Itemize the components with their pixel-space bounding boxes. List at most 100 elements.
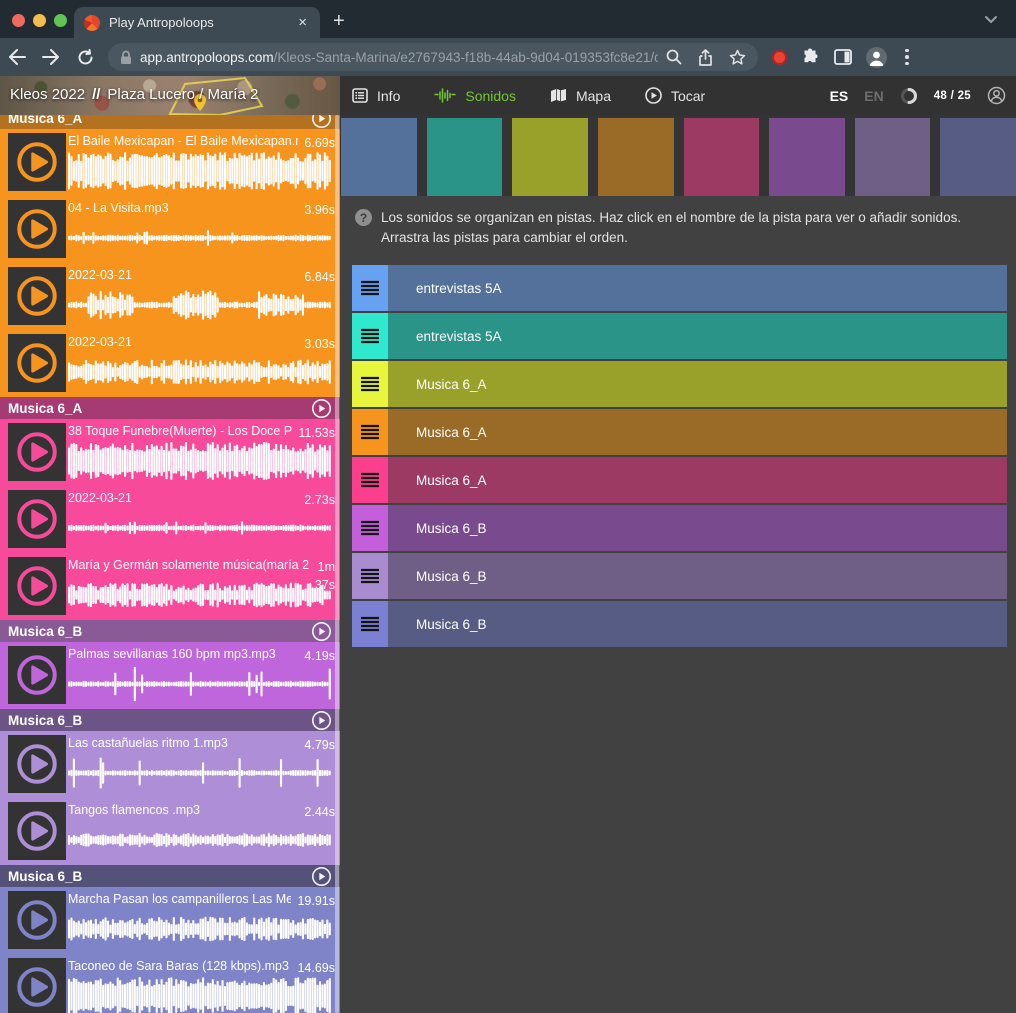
track-drag-handle[interactable] xyxy=(352,313,388,359)
address-bar[interactable]: app.antropoloops.com/Kleos-Santa-Marina/… xyxy=(108,43,758,71)
extensions-puzzle-icon[interactable] xyxy=(801,48,820,67)
clip-section-header[interactable]: Musica 6_B xyxy=(0,709,340,731)
breadcrumb-project[interactable]: Kleos 2022 xyxy=(10,86,85,103)
track-drag-handle[interactable] xyxy=(352,505,388,551)
clip-play-button[interactable] xyxy=(8,267,66,325)
waveform[interactable] xyxy=(68,219,332,257)
reload-button[interactable] xyxy=(68,49,102,66)
track-name-button[interactable]: Musica 6_A xyxy=(388,409,1007,455)
help-message: ? Los sonidos se organizan en pistas. Ha… xyxy=(355,208,1002,248)
browser-menu-icon[interactable] xyxy=(905,49,909,66)
track-row[interactable]: entrevistas 5A xyxy=(352,313,1007,359)
recording-extension-icon[interactable] xyxy=(772,50,787,65)
chevron-down-icon[interactable] xyxy=(984,15,998,24)
section-play-icon[interactable] xyxy=(311,710,332,731)
maximize-window-button[interactable] xyxy=(54,14,67,27)
breadcrumb[interactable]: Kleos 2022//Plaza Lucero / María 2 xyxy=(10,86,258,103)
clip-play-button[interactable] xyxy=(8,200,66,258)
waveform[interactable] xyxy=(68,821,332,859)
section-play-icon[interactable] xyxy=(311,115,332,129)
clip-grid-column[interactable] xyxy=(684,118,760,196)
back-button[interactable] xyxy=(0,49,34,65)
clip-play-button[interactable] xyxy=(8,334,66,392)
clip-play-button[interactable] xyxy=(8,735,66,793)
clip-play-button[interactable] xyxy=(8,958,66,1013)
nav-tocar[interactable]: Tocar xyxy=(645,87,705,104)
clip-play-button[interactable] xyxy=(8,133,66,191)
clip-grid-column[interactable] xyxy=(940,118,1016,196)
profile-avatar[interactable] xyxy=(866,47,887,68)
clip-grid-column[interactable] xyxy=(512,118,588,196)
track-row[interactable]: Musica 6_B xyxy=(352,553,1007,599)
clip-grid-column[interactable] xyxy=(769,118,845,196)
clip-section-header[interactable]: Musica 6_B xyxy=(0,865,340,887)
bookmark-star-icon[interactable] xyxy=(729,49,746,66)
play-icon xyxy=(14,206,60,252)
clip-section-header[interactable]: Musica 6_A xyxy=(0,397,340,419)
minimize-window-button[interactable] xyxy=(33,14,46,27)
waveform[interactable] xyxy=(68,286,332,324)
track-name-button[interactable]: Musica 6_B xyxy=(388,505,1007,551)
section-play-icon[interactable] xyxy=(311,398,332,419)
track-name-button[interactable]: entrevistas 5A xyxy=(388,265,1007,311)
track-name-button[interactable]: entrevistas 5A xyxy=(388,313,1007,359)
waveform[interactable] xyxy=(68,509,332,547)
waveform[interactable] xyxy=(68,977,332,1013)
track-drag-handle[interactable] xyxy=(352,601,388,647)
clip-grid-column[interactable] xyxy=(598,118,674,196)
browser-tab[interactable]: Play Antropoloops × xyxy=(74,7,320,38)
forward-button[interactable] xyxy=(34,49,68,65)
track-drag-handle[interactable] xyxy=(352,265,388,311)
browser-window: Play Antropoloops × + app.antropoloops.c… xyxy=(0,0,1016,1013)
clip-play-button[interactable] xyxy=(8,646,66,704)
lang-es-button[interactable]: ES xyxy=(830,88,849,104)
account-icon[interactable] xyxy=(987,86,1006,105)
track-drag-handle[interactable] xyxy=(352,457,388,503)
zoom-icon[interactable] xyxy=(666,49,682,65)
waveform[interactable] xyxy=(68,442,332,480)
track-name-button[interactable]: Musica 6_B xyxy=(388,553,1007,599)
close-window-button[interactable] xyxy=(12,14,25,27)
section-play-icon[interactable] xyxy=(311,621,332,642)
tab-close-icon[interactable]: × xyxy=(295,14,310,31)
clip-play-button[interactable] xyxy=(8,557,66,615)
waveform[interactable] xyxy=(68,910,332,948)
clip-play-button[interactable] xyxy=(8,802,66,860)
track-row[interactable]: Musica 6_B xyxy=(352,505,1007,551)
new-tab-button[interactable]: + xyxy=(333,10,345,33)
clip-grid-column[interactable] xyxy=(855,118,931,196)
clip-play-button[interactable] xyxy=(8,891,66,949)
track-drag-handle[interactable] xyxy=(352,409,388,455)
clip-grid-column[interactable] xyxy=(341,118,417,196)
track-row[interactable]: Musica 6_A xyxy=(352,361,1007,407)
track-row[interactable]: Musica 6_A xyxy=(352,457,1007,503)
clip-section-header[interactable]: Musica 6_A xyxy=(0,115,340,129)
clip-grid-column[interactable] xyxy=(427,118,503,196)
nav-mapa[interactable]: Mapa xyxy=(550,88,611,104)
track-name-button[interactable]: Musica 6_B xyxy=(388,601,1007,647)
nav-sonidos[interactable]: Sonidos xyxy=(434,88,516,104)
track-row[interactable]: Musica 6_A xyxy=(352,409,1007,455)
waveform[interactable] xyxy=(68,754,332,792)
breadcrumb-piece[interactable]: Plaza Lucero / María 2 xyxy=(107,86,258,103)
track-drag-handle[interactable] xyxy=(352,361,388,407)
waveform[interactable] xyxy=(68,576,332,614)
track-drag-handle[interactable] xyxy=(352,553,388,599)
track-row[interactable]: entrevistas 5A xyxy=(352,265,1007,311)
clip-play-button[interactable] xyxy=(8,423,66,481)
share-icon[interactable] xyxy=(698,49,713,66)
track-name-button[interactable]: Musica 6_A xyxy=(388,361,1007,407)
waveform[interactable] xyxy=(68,665,332,703)
lang-en-button[interactable]: EN xyxy=(864,88,883,104)
section-play-icon[interactable] xyxy=(311,866,332,887)
track-name-button[interactable]: Musica 6_A xyxy=(388,457,1007,503)
sidebar-scrollbar[interactable] xyxy=(335,115,339,1013)
aerial-photo-banner[interactable]: Kleos 2022//Plaza Lucero / María 2 xyxy=(0,76,340,115)
side-panel-icon[interactable] xyxy=(834,49,852,65)
clip-section-header[interactable]: Musica 6_B xyxy=(0,620,340,642)
nav-info[interactable]: Info xyxy=(352,88,400,104)
waveform[interactable] xyxy=(68,152,332,190)
clip-play-button[interactable] xyxy=(8,490,66,548)
waveform[interactable] xyxy=(68,353,332,391)
track-row[interactable]: Musica 6_B xyxy=(352,601,1007,647)
